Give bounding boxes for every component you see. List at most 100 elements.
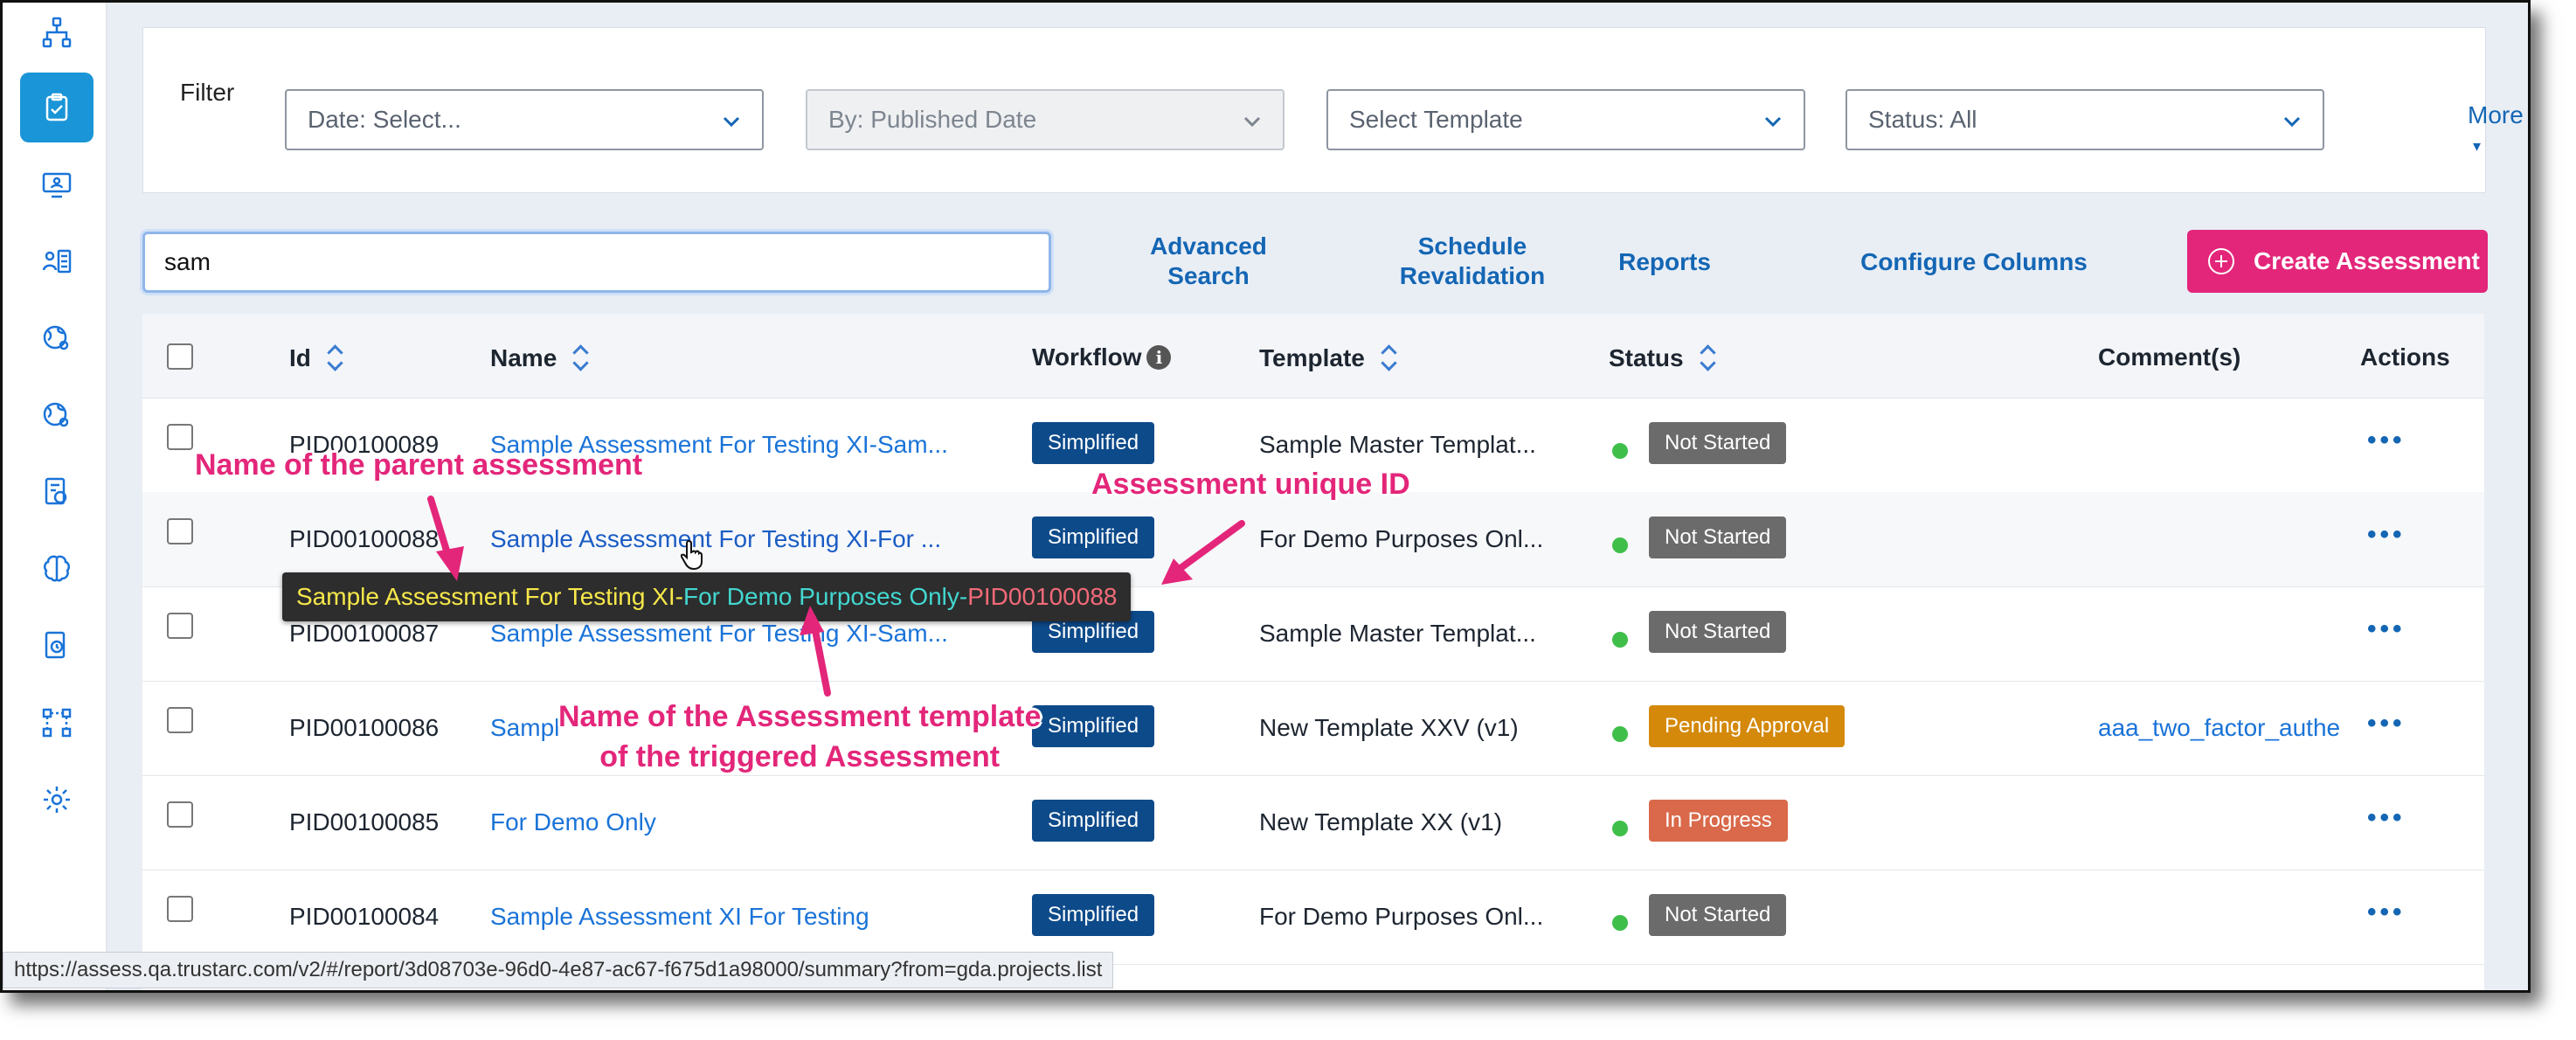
annotation-parent-name: Name of the parent assessment — [195, 448, 643, 482]
chevron-down-icon — [2283, 116, 2301, 128]
row-actions-menu[interactable]: ••• — [2367, 803, 2406, 833]
row-checkbox[interactable] — [167, 613, 193, 639]
row-actions-menu[interactable]: ••• — [2367, 709, 2406, 738]
flow-icon[interactable] — [20, 688, 93, 758]
column-header-comments: Comment(s) — [2098, 343, 2240, 371]
globe-gear-icon[interactable] — [20, 303, 93, 373]
clipboard-icon[interactable] — [20, 73, 93, 142]
status-select[interactable]: Status: All — [1845, 89, 2324, 150]
chevron-down-icon — [1764, 116, 1782, 128]
sidebar — [3, 3, 107, 990]
create-assessment-label: Create Assessment — [2254, 247, 2480, 274]
row-name-link[interactable]: For Demo Only — [490, 808, 656, 836]
user-list-icon[interactable] — [20, 226, 93, 296]
annotation-unique-id: Assessment unique ID — [1091, 468, 1410, 501]
info-icon[interactable]: i — [1146, 345, 1172, 370]
status-badge: Not Started — [1649, 422, 1787, 464]
name-tooltip: Sample Assessment For Testing XI - For Dem… — [282, 572, 1132, 621]
row-actions-menu[interactable]: ••• — [2367, 614, 2406, 644]
table-row[interactable]: PID00100084 Sample Assessment XI For Tes… — [142, 870, 2484, 965]
row-actions-menu[interactable]: ••• — [2367, 520, 2406, 550]
select-all-checkbox[interactable] — [167, 343, 193, 370]
configure-columns-link[interactable]: Configure Columns — [1852, 247, 2096, 277]
document-gear-icon[interactable] — [20, 457, 93, 527]
schedule-revalidation-link[interactable]: Schedule Revalidation — [1359, 232, 1586, 291]
status-dot — [1612, 726, 1628, 742]
row-comment[interactable]: aaa_two_factor_authe — [2098, 714, 2339, 742]
table-row[interactable]: PID00100086 Sampl Simplified New Templat… — [142, 681, 2484, 776]
tooltip-template-name: For Demo Purposes Only — [683, 583, 959, 610]
row-checkbox[interactable] — [167, 424, 193, 450]
column-header-status[interactable]: Status — [1609, 343, 1717, 373]
column-header-name[interactable]: Name — [490, 343, 590, 373]
settings-icon[interactable] — [20, 765, 93, 835]
column-header-template[interactable]: Template — [1259, 343, 1398, 373]
status-select-value: Status: All — [1868, 106, 1977, 133]
column-header-workflow-label: Workflow — [1032, 343, 1142, 371]
more-filters-button[interactable]: More ▾ — [2468, 101, 2524, 157]
row-actions-menu[interactable]: ••• — [2367, 426, 2406, 455]
row-id: PID00100087 — [289, 620, 440, 647]
row-id: PID00100084 — [289, 903, 440, 930]
sort-icon[interactable] — [325, 343, 344, 373]
row-template: New Template XX (v1) — [1259, 808, 1503, 835]
row-name-link[interactable]: Sample Assessment For Testing XI-For ... — [490, 525, 941, 553]
workflow-badge: Simplified — [1032, 705, 1155, 747]
table-row[interactable]: PID00100085 For Demo Only Simplified New… — [142, 775, 2484, 870]
annotation-template-line1: Name of the Assessment template — [558, 700, 1042, 733]
document-clock-icon[interactable] — [20, 611, 93, 681]
caret-down-icon: ▾ — [2473, 137, 2482, 155]
annotation-template-line2: of the triggered Assessment — [599, 740, 1001, 773]
date-select[interactable]: Date: Select... — [285, 89, 764, 150]
hierarchy-icon[interactable] — [20, 3, 93, 67]
schedule-line2: Revalidation — [1399, 262, 1546, 289]
column-header-actions-label: Actions — [2360, 343, 2450, 371]
status-badge: Not Started — [1649, 611, 1787, 653]
monitor-user-icon[interactable] — [20, 149, 93, 219]
workflow-badge: Simplified — [1032, 800, 1155, 842]
globe-gear-icon[interactable] — [20, 380, 93, 450]
browser-status-bar: https://assess.qa.trustarc.com/v2/#/repo… — [3, 952, 1114, 988]
row-template: New Template XXV (v1) — [1259, 714, 1519, 741]
advanced-search-line1: Advanced — [1150, 232, 1267, 260]
row-checkbox[interactable] — [167, 896, 193, 922]
schedule-line1: Schedule — [1417, 232, 1527, 260]
status-dot — [1612, 632, 1628, 648]
workflow-badge: Simplified — [1032, 894, 1155, 936]
column-header-id[interactable]: Id — [289, 343, 344, 373]
column-header-name-label: Name — [490, 344, 557, 371]
reports-link[interactable]: Reports — [1603, 247, 1726, 277]
hand-cursor-icon — [681, 539, 703, 571]
create-assessment-button[interactable]: Create Assessment — [2187, 230, 2488, 293]
annotation-template-name: Name of the Assessment template of the t… — [558, 697, 1041, 777]
advanced-search-link[interactable]: Advanced Search — [1112, 232, 1305, 291]
row-name-link[interactable]: Sample Assessment XI For Testing — [490, 903, 869, 931]
date-select-value: Date: Select... — [308, 106, 461, 133]
column-header-comments-label: Comment(s) — [2098, 343, 2241, 371]
status-badge: Pending Approval — [1649, 705, 1845, 747]
row-template: For Demo Purposes Onl... — [1259, 903, 1544, 930]
row-actions-menu[interactable]: ••• — [2367, 898, 2406, 927]
more-label: More — [2468, 101, 2524, 128]
row-name-link[interactable]: Sampl — [490, 714, 559, 742]
tooltip-separator: - — [959, 583, 968, 610]
by-date-select: By: Published Date — [806, 89, 1285, 150]
row-checkbox[interactable] — [167, 707, 193, 733]
row-checkbox[interactable] — [167, 518, 193, 544]
status-url: https://assess.qa.trustarc.com/v2/#/repo… — [14, 958, 1103, 981]
chevron-down-icon — [723, 116, 740, 128]
sort-icon[interactable] — [571, 343, 590, 373]
by-date-select-value: By: Published Date — [828, 106, 1037, 133]
status-badge: Not Started — [1649, 517, 1787, 558]
status-dot — [1612, 821, 1628, 836]
status-dot — [1612, 537, 1628, 553]
template-select[interactable]: Select Template — [1326, 89, 1805, 150]
brain-icon[interactable] — [20, 534, 93, 604]
search-input[interactable]: sam — [142, 232, 1051, 293]
row-name-link[interactable]: Sample Assessment For Testing XI-Sam... — [490, 620, 948, 648]
sort-icon[interactable] — [1698, 343, 1717, 373]
status-dot — [1612, 915, 1628, 931]
row-checkbox[interactable] — [167, 801, 193, 828]
sort-icon[interactable] — [1379, 343, 1398, 373]
filter-label: Filter — [180, 79, 235, 106]
